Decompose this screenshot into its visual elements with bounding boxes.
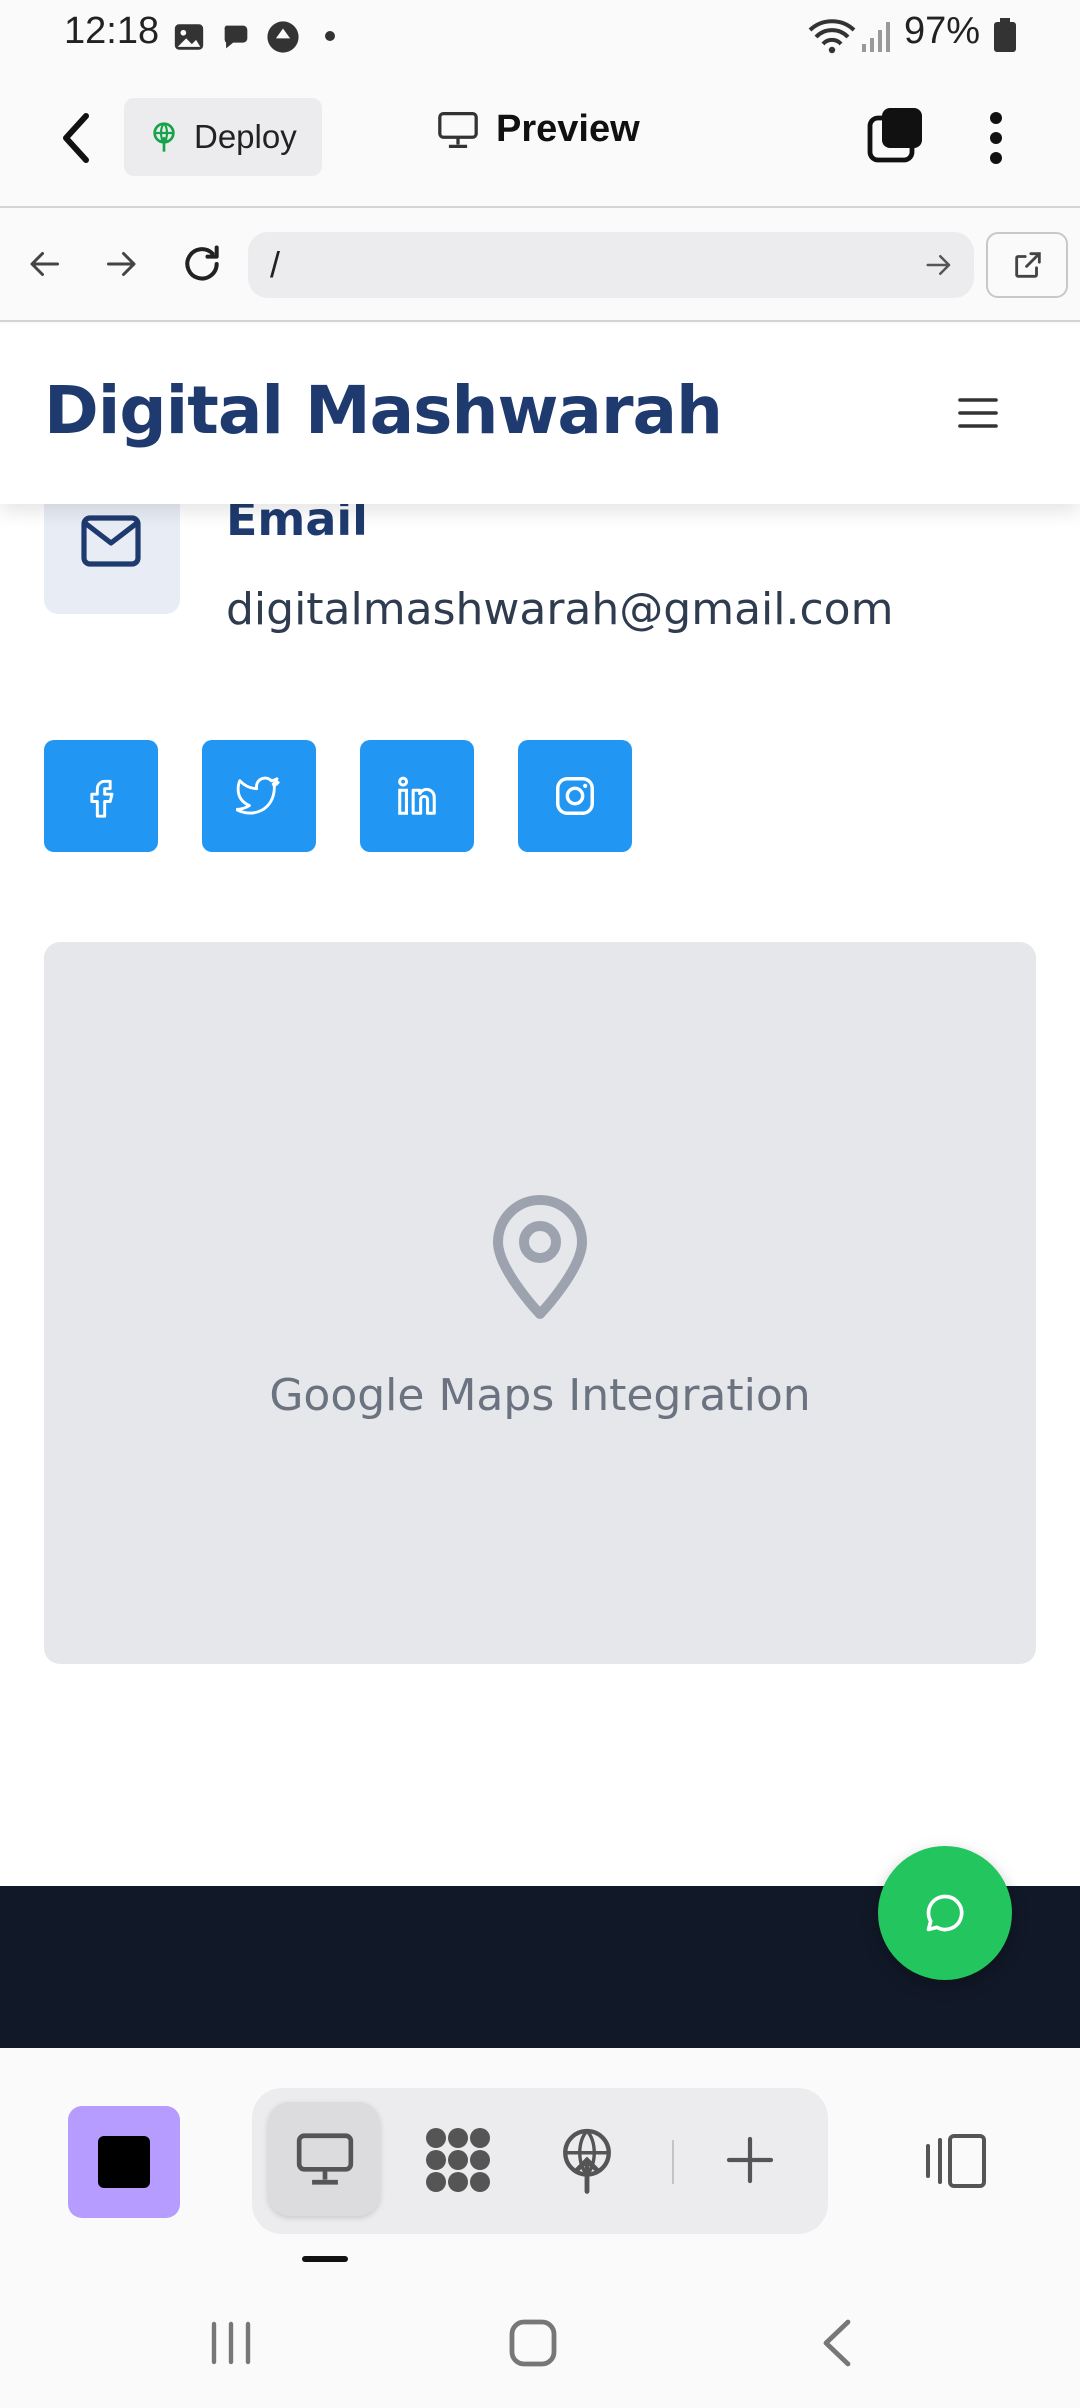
map-placeholder: Google Maps Integration bbox=[44, 942, 1036, 1664]
battery-icon bbox=[994, 18, 1016, 52]
upload-icon bbox=[266, 20, 300, 54]
instagram-icon bbox=[552, 773, 598, 819]
preview-mode-button[interactable] bbox=[268, 2102, 380, 2216]
linkedin-icon bbox=[394, 773, 440, 819]
browser-bar: / bbox=[0, 210, 1080, 322]
deploy-icon bbox=[148, 121, 180, 153]
recent-apps-icon[interactable] bbox=[206, 2320, 256, 2366]
active-tab-indicator bbox=[302, 2256, 348, 2262]
stop-square-icon bbox=[98, 2136, 150, 2188]
mail-icon bbox=[78, 510, 144, 572]
battery-percent: 97% bbox=[904, 10, 981, 52]
home-icon[interactable] bbox=[508, 2318, 558, 2368]
site-header: Digital Mashwarah bbox=[0, 324, 1080, 504]
monitor-icon bbox=[436, 110, 480, 150]
open-external-button[interactable] bbox=[986, 232, 1068, 298]
project-chip[interactable] bbox=[68, 2106, 180, 2218]
twitter-button[interactable] bbox=[202, 740, 316, 852]
gallery-icon bbox=[172, 20, 206, 54]
preview-title[interactable]: Preview bbox=[436, 108, 640, 151]
deploy-globe-icon[interactable] bbox=[558, 2126, 616, 2194]
deploy-button[interactable]: Deploy bbox=[124, 98, 322, 176]
wifi-icon bbox=[808, 16, 856, 56]
reload-icon[interactable] bbox=[180, 242, 224, 286]
chat-button[interactable] bbox=[878, 1846, 1012, 1980]
instagram-button[interactable] bbox=[518, 740, 632, 852]
linkedin-button[interactable] bbox=[360, 740, 474, 852]
status-bar: 12:18 97% bbox=[0, 0, 1080, 72]
email-value[interactable]: digitalmashwarah@gmail.com bbox=[226, 584, 893, 635]
map-label: Google Maps Integration bbox=[269, 1370, 811, 1421]
system-back-icon[interactable] bbox=[818, 2318, 858, 2368]
url-text: / bbox=[270, 244, 281, 285]
tabs-switcher-icon[interactable] bbox=[866, 106, 924, 164]
toolbar-divider bbox=[672, 2140, 674, 2184]
app-toolbar: Deploy Preview bbox=[0, 72, 1080, 208]
dot-icon bbox=[324, 30, 336, 42]
add-icon[interactable] bbox=[722, 2132, 778, 2188]
monitor-icon bbox=[294, 2128, 356, 2190]
browser-back-icon[interactable] bbox=[26, 246, 62, 282]
chat-bubble-icon bbox=[218, 20, 254, 54]
signal-icon bbox=[860, 18, 896, 54]
hamburger-menu-icon[interactable] bbox=[958, 396, 998, 430]
external-link-icon bbox=[1011, 248, 1045, 282]
website-preview: Digital Mashwarah Email digitalmashwarah… bbox=[0, 324, 1080, 2048]
browser-forward-icon[interactable] bbox=[104, 246, 140, 282]
map-pin-icon bbox=[486, 1192, 594, 1322]
view-mode-group bbox=[252, 2088, 828, 2234]
device-toggle-icon[interactable] bbox=[922, 2132, 990, 2190]
url-field[interactable]: / bbox=[248, 232, 974, 298]
status-time: 12:18 bbox=[64, 10, 160, 52]
system-nav-bar bbox=[0, 2280, 1080, 2408]
twitter-icon bbox=[236, 773, 282, 819]
back-arrow-icon[interactable] bbox=[56, 110, 96, 166]
facebook-button[interactable] bbox=[44, 740, 158, 852]
bottom-toolbar bbox=[0, 2048, 1080, 2278]
facebook-icon bbox=[79, 774, 123, 818]
go-arrow-icon[interactable] bbox=[924, 250, 954, 280]
preview-label: Preview bbox=[496, 108, 640, 150]
more-options-icon[interactable] bbox=[980, 110, 1012, 166]
deploy-label: Deploy bbox=[194, 118, 297, 155]
site-brand[interactable]: Digital Mashwarah bbox=[44, 372, 723, 449]
chat-icon bbox=[923, 1891, 967, 1935]
flows-icon[interactable] bbox=[422, 2126, 494, 2194]
